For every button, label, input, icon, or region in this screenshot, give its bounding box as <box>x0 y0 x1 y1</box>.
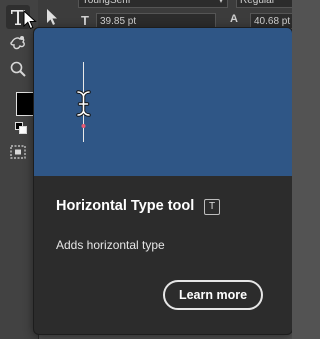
selection-tool-button[interactable] <box>40 5 64 29</box>
leading-icon: A <box>230 13 238 25</box>
chevron-down-icon[interactable]: ▾ <box>214 0 228 8</box>
learn-more-button[interactable]: Learn more <box>163 280 263 310</box>
tool-tooltip: Horizontal Type tool T Adds horizontal t… <box>33 27 292 335</box>
shortcut-key-badge: T <box>204 199 220 215</box>
zoom-tool-button[interactable] <box>6 57 30 81</box>
zoom-icon <box>10 61 26 77</box>
font-style-field[interactable]: Regular <box>236 0 292 8</box>
type-cursor-illustration <box>76 62 91 142</box>
tooltip-title: Horizontal Type tool <box>56 198 195 214</box>
selection-arrow-icon <box>47 9 57 25</box>
default-colors-icon[interactable] <box>15 122 27 134</box>
tooltip-description: Adds horizontal type <box>56 238 165 252</box>
screen-mode-icon[interactable] <box>10 145 26 159</box>
app-window: YoungSerif ▾ Regular ▾ T 39.85 pt A 40.6… <box>0 0 292 339</box>
font-family-field[interactable]: YoungSerif <box>78 0 228 8</box>
mouse-pointer-icon <box>23 10 37 30</box>
font-size-icon: T <box>81 13 89 28</box>
puppet-warp-tool-button[interactable] <box>6 31 30 55</box>
tooltip-preview <box>34 28 292 176</box>
puppet-warp-icon <box>10 36 25 50</box>
